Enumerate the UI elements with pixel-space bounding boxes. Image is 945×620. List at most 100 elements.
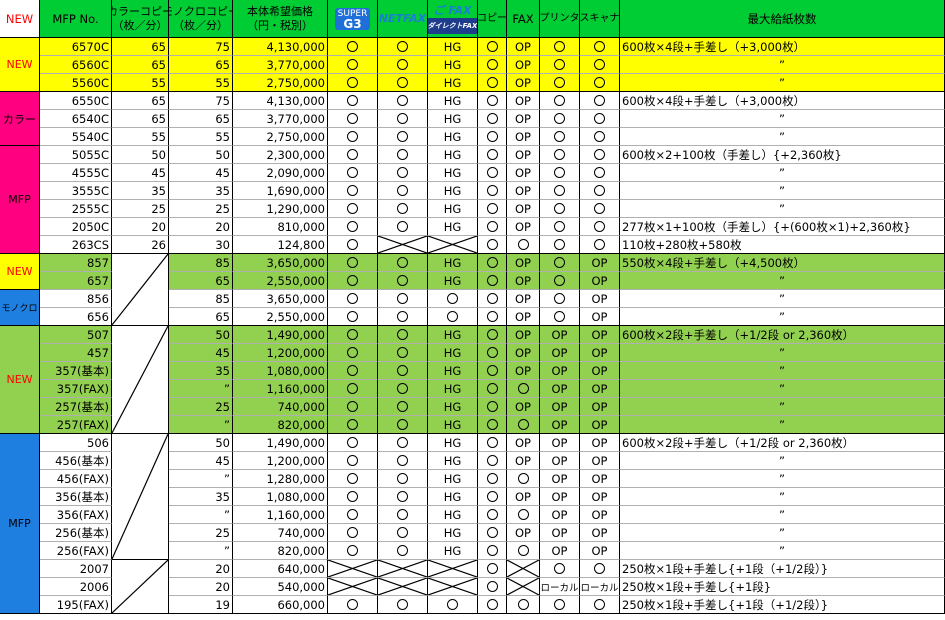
prn-cell: OP [540, 542, 580, 560]
df-value: HG [443, 147, 462, 162]
price-value: 1,200,000 [266, 453, 325, 468]
prn-cell [540, 254, 580, 272]
model-number-cell: 4555C [40, 164, 112, 182]
fax-cell [507, 578, 540, 596]
df-cell: HG [428, 326, 478, 344]
sg-cell [328, 596, 378, 614]
available-circle-icon [347, 419, 358, 430]
df-value: HG [443, 111, 462, 126]
group-label-text: NEW [6, 373, 33, 386]
scn-cell: OP [580, 452, 620, 470]
supergb-logo: SUPER G3 [334, 7, 371, 30]
scn-value: OP [591, 453, 608, 468]
price-cell: 2,300,000 [233, 146, 328, 164]
df-value: HG [443, 543, 462, 558]
max-paper-cell: ” [620, 164, 945, 182]
nf-cell [378, 344, 428, 362]
sg-cell [328, 398, 378, 416]
not-available-cross [378, 560, 427, 577]
df-cell: HG [428, 56, 478, 74]
available-circle-icon [486, 203, 498, 214]
max-paper-cell: ” [620, 74, 945, 92]
sg-cell [328, 182, 378, 200]
nf-cell [378, 128, 428, 146]
scn-cell [580, 38, 620, 56]
price-value: 2,550,000 [266, 309, 325, 324]
available-circle-icon [486, 599, 498, 610]
sg-cell [328, 38, 378, 56]
header-copy: コピー [478, 0, 507, 38]
header-direct-fax: ご FAX ダイレクトFAX [428, 0, 478, 38]
available-circle-icon [397, 131, 408, 142]
model-number-cell: 856 [40, 290, 112, 308]
mono-copy-speed: 65 [215, 111, 230, 126]
mono-copy-cell: 50 [169, 434, 233, 452]
fax-value: OP [515, 525, 531, 540]
model-number: 506 [87, 435, 109, 450]
price-value: 810,000 [277, 219, 325, 234]
df-value: HG [443, 417, 462, 432]
nf-cell [378, 488, 428, 506]
available-circle-icon [347, 527, 358, 538]
price-cell: 820,000 [233, 542, 328, 560]
max-paper-value: ” [779, 57, 785, 72]
df-cell: HG [428, 524, 478, 542]
scn-cell [580, 218, 620, 236]
available-circle-icon [486, 185, 498, 196]
mono-copy-cell: 65 [169, 272, 233, 290]
fax-cell: OP [507, 398, 540, 416]
model-number: 2007 [79, 561, 109, 576]
copy-cell [478, 254, 507, 272]
color-copy-speed: 25 [151, 201, 166, 216]
max-paper-cell: 600枚×2+100枚（手差し）{+2,360枚} [620, 146, 945, 164]
header-printer-label: プリンタ [540, 12, 580, 24]
max-paper-cell: ” [620, 398, 945, 416]
mono-copy-speed: 45 [215, 165, 230, 180]
available-circle-icon [486, 383, 498, 394]
prn-value: OP [551, 543, 568, 558]
available-circle-icon [347, 203, 358, 214]
price-cell: 740,000 [233, 524, 328, 542]
sg-cell [328, 434, 378, 452]
scn-cell: OP [580, 506, 620, 524]
copy-cell [478, 344, 507, 362]
nf-cell [378, 506, 428, 524]
scn-cell [580, 56, 620, 74]
price-cell: 2,550,000 [233, 272, 328, 290]
fax-cell: OP [507, 182, 540, 200]
model-number: 356(FAX) [56, 507, 109, 522]
model-number-cell: 257(FAX) [40, 416, 112, 434]
available-circle-icon [594, 113, 605, 124]
copy-cell [478, 128, 507, 146]
df-value: HG [443, 327, 462, 342]
sg-cell [328, 308, 378, 326]
price-value: 2,550,000 [266, 273, 325, 288]
copy-cell [478, 470, 507, 488]
mono-copy-speed: 35 [215, 363, 230, 378]
header-price-line: （円・税別） [247, 18, 313, 32]
prn-cell [540, 164, 580, 182]
max-paper-value: ” [779, 75, 785, 90]
available-circle-icon [347, 473, 358, 484]
scn-cell: OP [580, 254, 620, 272]
price-cell: 2,550,000 [233, 308, 328, 326]
max-paper-value: ” [779, 273, 785, 288]
scn-cell [580, 128, 620, 146]
available-circle-icon [486, 563, 498, 574]
color-copy-speed: 45 [151, 165, 166, 180]
prn-cell: OP [540, 452, 580, 470]
group-label: NEW [0, 38, 40, 92]
fax-cell [507, 542, 540, 560]
available-circle-icon [554, 203, 565, 214]
header-max-paper-label: 最大給紙枚数 [747, 11, 817, 26]
model-number-cell: 456(FAX) [40, 470, 112, 488]
price-cell: 1,290,000 [233, 200, 328, 218]
available-circle-icon [397, 113, 408, 124]
prn-cell: OP [540, 398, 580, 416]
sg-cell [328, 560, 378, 578]
fax-cell: OP [507, 110, 540, 128]
max-paper-value: 600枚×2+100枚（手差し）{+2,360枚} [622, 147, 842, 162]
available-circle-icon [554, 293, 565, 304]
max-paper-value: ” [779, 363, 785, 378]
available-circle-icon [486, 293, 498, 304]
